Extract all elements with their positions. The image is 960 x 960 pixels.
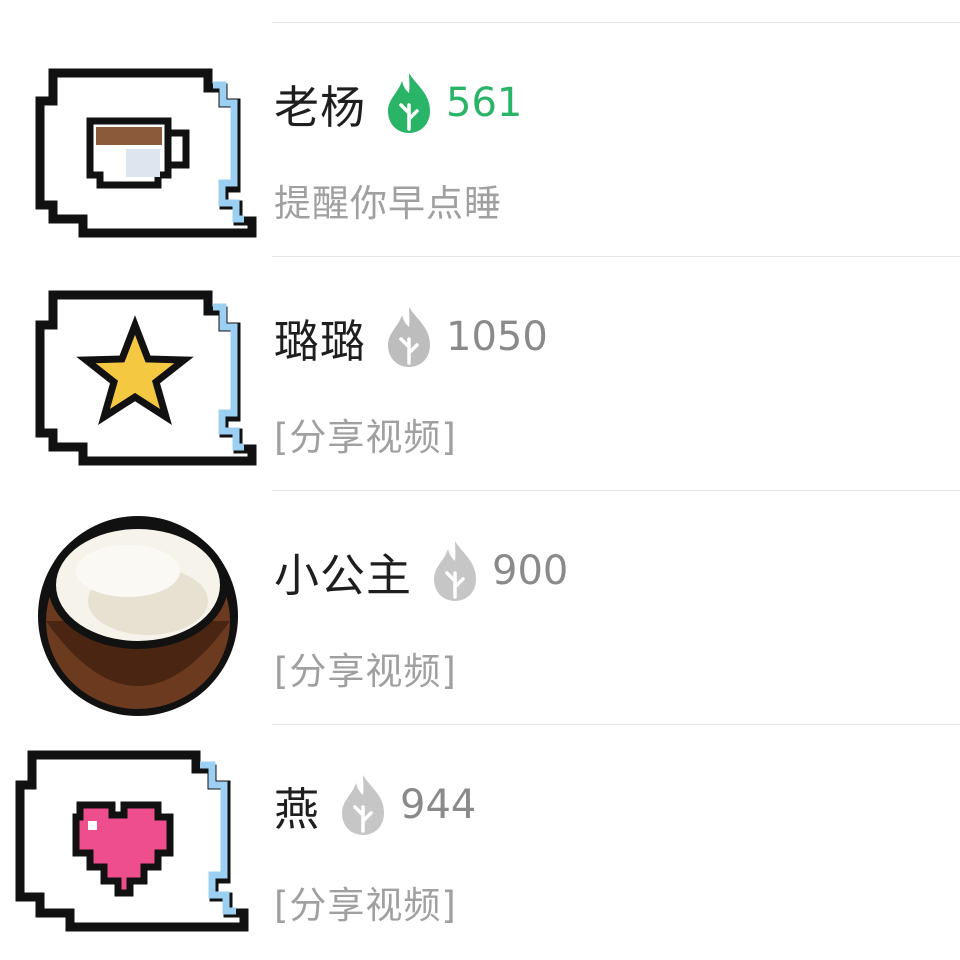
heart-speech-bubble-icon bbox=[15, 750, 249, 932]
avatar[interactable] bbox=[8, 267, 258, 482]
chat-list-item-laoyang[interactable]: 老杨 561 提醒你早点睡 bbox=[0, 23, 960, 257]
chat-list: 老杨 561 提醒你早点睡 璐璐 1050 [分享视频] 小公主 900 [分享… bbox=[0, 0, 960, 960]
last-message: [分享视频] bbox=[274, 416, 457, 459]
star-speech-bubble-icon bbox=[35, 290, 257, 466]
name-line: 璐璐 1050 bbox=[274, 305, 548, 369]
chat-list-item-yan[interactable]: 燕 944 [分享视频] bbox=[0, 725, 960, 959]
name-line: 老杨 561 bbox=[274, 71, 522, 135]
streak-count: 944 bbox=[400, 782, 477, 828]
streak-flame-icon bbox=[386, 305, 432, 369]
streak-flame-icon bbox=[432, 539, 478, 603]
streak-count: 1050 bbox=[446, 314, 548, 360]
last-message: [分享视频] bbox=[274, 650, 457, 693]
last-message: 提醒你早点睡 bbox=[274, 182, 502, 225]
contact-name: 小公主 bbox=[274, 548, 413, 602]
contact-name: 璐璐 bbox=[274, 314, 367, 368]
coffee-cup-speech-bubble-icon bbox=[35, 68, 257, 238]
avatar[interactable] bbox=[8, 501, 258, 716]
name-line: 小公主 900 bbox=[274, 539, 568, 603]
name-line: 燕 944 bbox=[274, 773, 476, 837]
chat-list-item-lulu[interactable]: 璐璐 1050 [分享视频] bbox=[0, 257, 960, 491]
streak-count: 561 bbox=[446, 80, 523, 126]
coconut-icon bbox=[38, 516, 238, 716]
avatar[interactable] bbox=[8, 33, 258, 248]
streak-count: 900 bbox=[492, 548, 569, 594]
contact-name: 燕 bbox=[274, 782, 321, 836]
chat-list-item-xiaogongzhu[interactable]: 小公主 900 [分享视频] bbox=[0, 491, 960, 725]
contact-name: 老杨 bbox=[274, 80, 367, 134]
streak-flame-icon bbox=[340, 773, 386, 837]
avatar[interactable] bbox=[0, 733, 250, 948]
last-message: [分享视频] bbox=[274, 884, 457, 927]
streak-flame-icon bbox=[386, 71, 432, 135]
